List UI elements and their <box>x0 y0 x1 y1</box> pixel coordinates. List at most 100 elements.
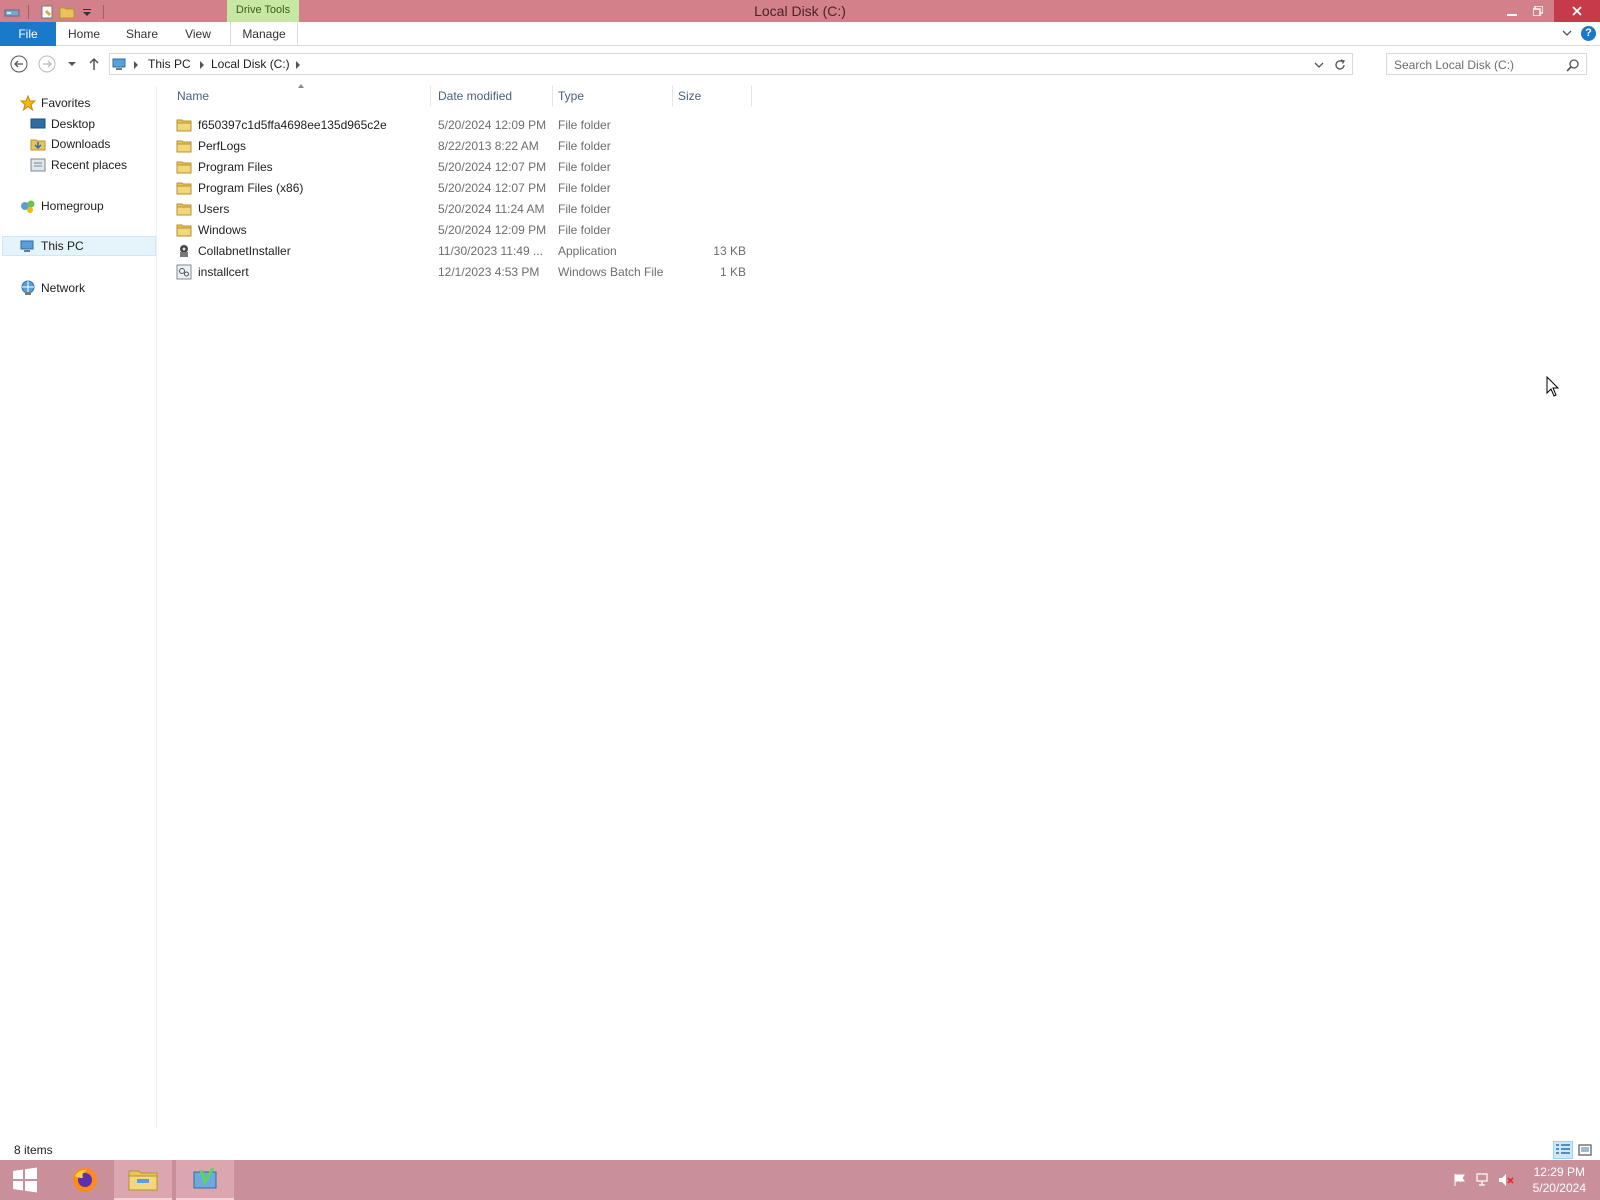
file-type: Application <box>558 244 617 258</box>
search-icon[interactable] <box>1566 58 1580 72</box>
firefox-icon <box>73 1168 97 1192</box>
column-separator[interactable] <box>672 86 673 106</box>
network-status-icon[interactable] <box>1475 1172 1491 1188</box>
large-icons-view-icon <box>1578 1144 1592 1156</box>
navigation-bar: This PC Local Disk (C:) Search Local Dis… <box>0 47 1600 81</box>
address-history-chevron-icon[interactable] <box>1314 60 1324 70</box>
nav-network[interactable]: Network <box>20 278 85 298</box>
column-separator[interactable] <box>552 86 553 106</box>
file-row[interactable]: installcert 12/1/2023 4:53 PM Windows Ba… <box>172 262 752 282</box>
column-separator[interactable] <box>751 86 752 106</box>
up-button[interactable] <box>85 55 103 73</box>
file-size: 13 KB <box>713 244 746 258</box>
forward-button[interactable] <box>38 55 56 73</box>
clock-time: 12:29 PM <box>1533 1165 1585 1179</box>
breadcrumb-separator[interactable] <box>296 61 300 69</box>
refresh-icon[interactable] <box>1333 58 1347 72</box>
this-pc-icon <box>112 58 126 70</box>
folder-icon <box>176 161 192 174</box>
breadcrumb-separator[interactable] <box>134 61 138 69</box>
tab-home[interactable]: Home <box>62 22 106 46</box>
breadcrumb-separator[interactable] <box>200 61 204 69</box>
file-type: File folder <box>558 118 611 132</box>
nav-desktop[interactable]: Desktop <box>30 114 95 134</box>
customize-toolbar-icon[interactable] <box>79 4 95 20</box>
close-icon <box>1572 6 1582 16</box>
file-row[interactable]: Program Files (x86) 5/20/2024 12:07 PM F… <box>172 178 752 198</box>
drive-icon <box>4 9 20 17</box>
up-arrow-icon <box>89 57 99 70</box>
file-row[interactable]: Windows 5/20/2024 12:09 PM File folder <box>172 220 752 240</box>
breadcrumb-this-pc[interactable]: This PC <box>148 57 191 71</box>
help-button[interactable]: ? <box>1581 26 1596 41</box>
nav-recent-places-label: Recent places <box>51 158 128 172</box>
details-view-button[interactable] <box>1553 1141 1573 1159</box>
tab-manage[interactable]: Manage <box>230 22 298 46</box>
address-bar[interactable]: This PC Local Disk (C:) <box>109 53 1353 75</box>
properties-icon[interactable] <box>39 4 55 20</box>
file-name: PerfLogs <box>198 139 247 153</box>
start-button[interactable] <box>0 1160 50 1200</box>
nav-homegroup-label: Homegroup <box>41 199 104 213</box>
file-name: installcert <box>198 265 249 279</box>
nav-this-pc[interactable]: This PC <box>2 236 156 256</box>
column-separator[interactable] <box>430 86 431 106</box>
file-row[interactable]: PerfLogs 8/22/2013 8:22 AM File folder <box>172 136 752 156</box>
file-explorer-icon <box>128 1170 158 1191</box>
nav-recent-places[interactable]: Recent places <box>30 155 127 175</box>
nav-homegroup[interactable]: Homegroup <box>20 196 104 216</box>
toolbar-separator <box>103 5 104 19</box>
back-button[interactable] <box>10 55 28 73</box>
column-header-type[interactable]: Type <box>558 86 668 106</box>
column-header-name[interactable]: Name <box>177 86 427 106</box>
nav-favorites[interactable]: Favorites <box>20 93 90 113</box>
file-name: Users <box>198 202 230 216</box>
file-name: Program Files <box>198 160 273 174</box>
file-row[interactable]: Users 5/20/2024 11:24 AM File folder <box>172 199 752 219</box>
file-size: 1 KB <box>719 265 746 279</box>
drive-tools-context-tab: Drive Tools <box>227 0 299 22</box>
taskbar-firefox[interactable] <box>60 1160 110 1200</box>
forward-arrow-icon <box>38 55 56 73</box>
file-row[interactable]: f650397c1d5ffa4698ee135d965c2e 5/20/2024… <box>172 115 752 135</box>
file-date: 8/22/2013 8:22 AM <box>438 139 539 153</box>
tab-view[interactable]: View <box>176 22 220 46</box>
file-type: File folder <box>558 223 611 237</box>
action-center-flag-icon[interactable] <box>1452 1172 1468 1188</box>
recent-locations-button[interactable] <box>63 55 81 73</box>
minimize-button[interactable] <box>1498 0 1526 22</box>
breadcrumb-local-disk[interactable]: Local Disk (C:) <box>211 57 290 71</box>
taskbar-file-explorer[interactable] <box>114 1160 172 1200</box>
tab-share[interactable]: Share <box>120 22 164 46</box>
file-row[interactable]: Program Files 5/20/2024 12:07 PM File fo… <box>172 157 752 177</box>
taskbar-clock[interactable]: 12:29 PM 5/20/2024 <box>1533 1164 1586 1196</box>
file-type: File folder <box>558 202 611 216</box>
details-view-icon <box>1556 1144 1570 1154</box>
taskbar-installer-app[interactable] <box>176 1160 234 1200</box>
batch-file-icon <box>176 264 192 280</box>
large-icons-view-button[interactable] <box>1575 1141 1595 1159</box>
close-button[interactable] <box>1554 0 1600 22</box>
new-folder-icon[interactable] <box>59 4 75 20</box>
nav-favorites-label: Favorites <box>41 96 91 110</box>
file-type: Windows Batch File <box>558 265 664 279</box>
file-name: Program Files (x86) <box>198 181 304 195</box>
restore-button[interactable] <box>1524 0 1552 22</box>
network-icon <box>21 280 35 295</box>
column-header-size[interactable]: Size <box>678 86 748 106</box>
expand-ribbon-icon[interactable] <box>1562 28 1572 38</box>
search-placeholder: Search Local Disk (C:) <box>1394 58 1515 72</box>
search-box[interactable]: Search Local Disk (C:) <box>1386 53 1587 75</box>
file-date: 5/20/2024 11:24 AM <box>438 202 545 216</box>
this-pc-icon <box>20 240 34 252</box>
file-type: File folder <box>558 181 611 195</box>
file-row[interactable]: CollabnetInstaller 11/30/2023 11:49 ... … <box>172 241 752 261</box>
file-date: 5/20/2024 12:09 PM <box>438 118 547 132</box>
title-bar: Drive Tools Local Disk (C:) <box>0 0 1600 22</box>
column-header-date-modified[interactable]: Date modified <box>438 86 548 106</box>
star-icon <box>20 95 36 111</box>
folder-icon <box>176 119 192 132</box>
volume-muted-icon[interactable] <box>1498 1172 1514 1188</box>
tab-file[interactable]: File <box>0 22 56 46</box>
nav-downloads[interactable]: Downloads <box>30 134 110 154</box>
